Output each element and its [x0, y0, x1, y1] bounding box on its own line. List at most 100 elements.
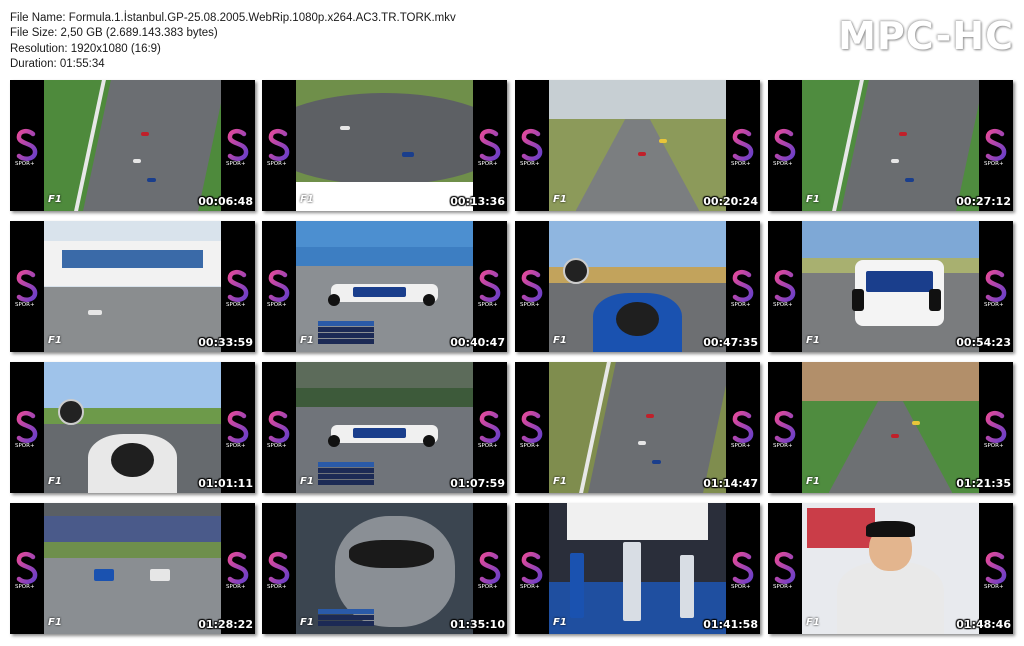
video-thumbnail[interactable]: F1 SPOR+ SPOR+ 01:14:47: [515, 362, 760, 493]
timestamp: 00:40:47: [450, 336, 505, 349]
video-thumbnail[interactable]: F1 SPOR+ SPOR+ 00:20:24: [515, 80, 760, 211]
svg-text:SPOR+: SPOR+: [984, 443, 1004, 448]
s-sport-logo: SPOR+: [15, 269, 38, 307]
timestamp: 01:01:11: [198, 477, 253, 490]
file-size: File Size: 2,50 GB (2.689.143.383 bytes): [10, 27, 218, 40]
s-sport-logo: SPOR+: [520, 128, 543, 166]
f1-watermark: F1: [300, 335, 314, 346]
timestamp: 00:13:36: [450, 195, 505, 208]
s-sport-logo: SPOR+: [267, 128, 290, 166]
svg-text:SPOR+: SPOR+: [520, 161, 540, 166]
video-frame: F1: [802, 362, 979, 493]
timestamp: 00:20:24: [703, 195, 758, 208]
svg-text:SPOR+: SPOR+: [773, 443, 793, 448]
video-frame: F1: [802, 503, 979, 634]
video-frame: F1: [802, 80, 979, 211]
f1-watermark: F1: [553, 335, 567, 346]
f1-watermark: F1: [300, 476, 314, 487]
video-frame: F1: [44, 503, 221, 634]
video-thumbnail[interactable]: F1 SPOR+ SPOR+ 01:21:35: [768, 362, 1013, 493]
svg-text:SPOR+: SPOR+: [226, 584, 246, 589]
video-frame: F1: [296, 503, 473, 634]
svg-text:SPOR+: SPOR+: [520, 443, 540, 448]
svg-text:SPOR+: SPOR+: [226, 302, 246, 307]
video-thumbnail[interactable]: F1 SPOR+ SPOR+ 00:06:48: [10, 80, 255, 211]
s-sport-logo: SPOR+: [267, 410, 290, 448]
s-sport-logo: SPOR+: [773, 269, 796, 307]
f1-watermark: F1: [48, 194, 62, 205]
video-thumbnail[interactable]: F1 SPOR+ SPOR+ 00:40:47: [262, 221, 507, 352]
s-sport-logo: SPOR+: [984, 269, 1007, 307]
f1-watermark: F1: [48, 617, 62, 628]
timestamp: 01:35:10: [450, 618, 505, 631]
s-sport-logo: SPOR+: [226, 410, 249, 448]
timestamp: 00:33:59: [198, 336, 253, 349]
svg-text:SPOR+: SPOR+: [773, 161, 793, 166]
video-thumbnail[interactable]: F1 SPOR+ SPOR+ 00:13:36: [262, 80, 507, 211]
video-frame: F1: [296, 221, 473, 352]
video-thumbnail[interactable]: F1 SPOR+ SPOR+ 00:47:35: [515, 221, 760, 352]
svg-text:SPOR+: SPOR+: [731, 443, 751, 448]
timestamp: 01:07:59: [450, 477, 505, 490]
timestamp: 00:47:35: [703, 336, 758, 349]
file-name: File Name: Formula.1.İstanbul.GP-25.08.2…: [10, 12, 456, 24]
svg-text:SPOR+: SPOR+: [520, 584, 540, 589]
svg-text:SPOR+: SPOR+: [984, 584, 1004, 589]
video-frame: F1: [802, 221, 979, 352]
video-thumbnail[interactable]: F1 SPOR+ SPOR+ 01:48:46: [768, 503, 1013, 634]
s-sport-logo: SPOR+: [478, 128, 501, 166]
timestamp: 00:06:48: [198, 195, 253, 208]
video-thumbnail[interactable]: F1 SPOR+ SPOR+ 01:07:59: [262, 362, 507, 493]
s-sport-logo: SPOR+: [773, 410, 796, 448]
svg-text:SPOR+: SPOR+: [773, 584, 793, 589]
s-sport-logo: SPOR+: [773, 551, 796, 589]
s-sport-logo: SPOR+: [984, 128, 1007, 166]
timestamp: 01:21:35: [956, 477, 1011, 490]
video-thumbnail[interactable]: F1 SPOR+ SPOR+ 01:35:10: [262, 503, 507, 634]
f1-watermark: F1: [806, 617, 820, 628]
svg-text:SPOR+: SPOR+: [226, 443, 246, 448]
svg-text:SPOR+: SPOR+: [478, 161, 498, 166]
svg-text:SPOR+: SPOR+: [267, 161, 287, 166]
s-sport-logo: SPOR+: [731, 410, 754, 448]
svg-text:SPOR+: SPOR+: [15, 443, 35, 448]
f1-watermark: F1: [806, 194, 820, 205]
video-thumbnail[interactable]: F1 SPOR+ SPOR+ 00:27:12: [768, 80, 1013, 211]
timestamp: 00:27:12: [956, 195, 1011, 208]
video-thumbnail[interactable]: F1 SPOR+ SPOR+ 01:41:58: [515, 503, 760, 634]
resolution: Resolution: 1920x1080 (16:9): [10, 42, 161, 55]
svg-text:SPOR+: SPOR+: [267, 443, 287, 448]
s-sport-logo: SPOR+: [226, 128, 249, 166]
s-sport-logo: SPOR+: [731, 269, 754, 307]
s-sport-logo: SPOR+: [520, 410, 543, 448]
svg-text:SPOR+: SPOR+: [984, 161, 1004, 166]
s-sport-logo: SPOR+: [984, 410, 1007, 448]
f1-watermark: F1: [553, 194, 567, 205]
f1-watermark: F1: [300, 194, 314, 205]
f1-watermark: F1: [553, 476, 567, 487]
video-frame: F1: [549, 503, 726, 634]
f1-watermark: F1: [553, 617, 567, 628]
s-sport-logo: SPOR+: [226, 269, 249, 307]
s-sport-logo: SPOR+: [267, 551, 290, 589]
video-frame: F1: [44, 221, 221, 352]
svg-text:SPOR+: SPOR+: [15, 302, 35, 307]
svg-text:SPOR+: SPOR+: [478, 443, 498, 448]
s-sport-logo: SPOR+: [15, 128, 38, 166]
svg-text:SPOR+: SPOR+: [731, 161, 751, 166]
timestamp: 00:54:23: [956, 336, 1011, 349]
video-thumbnail[interactable]: F1 SPOR+ SPOR+ 01:28:22: [10, 503, 255, 634]
s-sport-logo: SPOR+: [267, 269, 290, 307]
svg-text:SPOR+: SPOR+: [773, 302, 793, 307]
video-thumbnail[interactable]: F1 SPOR+ SPOR+ 00:54:23: [768, 221, 1013, 352]
video-frame: F1: [296, 80, 473, 211]
timestamp: 01:14:47: [703, 477, 758, 490]
timestamp: 01:28:22: [198, 618, 253, 631]
svg-text:SPOR+: SPOR+: [478, 584, 498, 589]
video-frame: F1: [549, 80, 726, 211]
svg-text:SPOR+: SPOR+: [984, 302, 1004, 307]
video-thumbnail[interactable]: F1 SPOR+ SPOR+ 00:33:59: [10, 221, 255, 352]
svg-text:SPOR+: SPOR+: [731, 584, 751, 589]
s-sport-logo: SPOR+: [773, 128, 796, 166]
video-thumbnail[interactable]: F1 SPOR+ SPOR+ 01:01:11: [10, 362, 255, 493]
